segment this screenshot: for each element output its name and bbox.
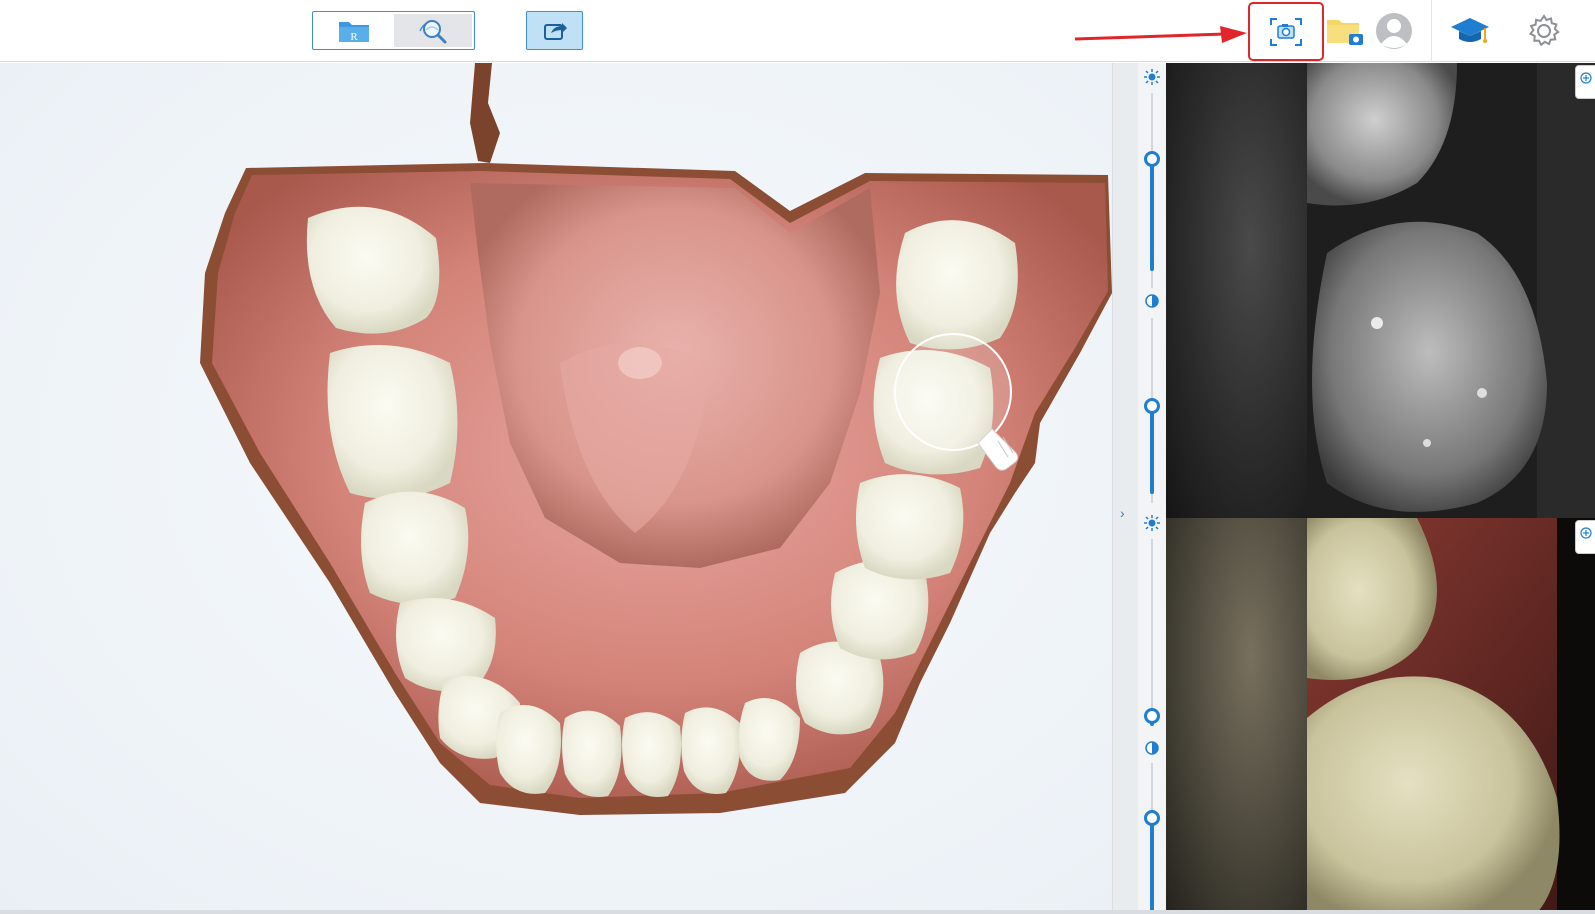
status-bar xyxy=(0,910,1595,914)
mandibular-scan-model[interactable] xyxy=(0,63,1112,913)
plus-circle-icon xyxy=(1580,527,1592,539)
photo-gallery-button[interactable] xyxy=(1325,8,1365,54)
contrast-slider-handle-top[interactable] xyxy=(1144,398,1160,414)
learning-center-button[interactable] xyxy=(1446,8,1494,54)
folder-letter: R xyxy=(350,31,358,43)
3d-scan-viewport[interactable] xyxy=(0,63,1112,913)
chevron-right-icon[interactable]: › xyxy=(1120,505,1125,521)
brightness-slider-fill-top xyxy=(1150,159,1154,271)
annotation-arrow-icon xyxy=(1075,26,1247,43)
gear-icon xyxy=(1528,14,1560,47)
image-top-left[interactable] xyxy=(1166,63,1307,518)
contrast-slider-handle-bottom[interactable] xyxy=(1144,810,1160,826)
magnifier-scan-icon xyxy=(419,19,447,43)
panel-collapse-strip[interactable]: › xyxy=(1112,63,1138,913)
user-avatar-icon xyxy=(1376,13,1412,49)
user-avatar-button[interactable] xyxy=(1372,8,1416,54)
app-window: R › xyxy=(0,0,1595,914)
brightness-slider-handle-bottom[interactable] xyxy=(1144,708,1160,724)
add-image-button-bottom[interactable] xyxy=(1575,520,1595,554)
contrast-slider-fill-bottom xyxy=(1150,818,1154,913)
top-toolbar: R xyxy=(0,0,1595,62)
image-adjust-sliders xyxy=(1138,63,1166,913)
view-mode-segmented-control: R xyxy=(312,11,475,50)
add-image-button-top[interactable] xyxy=(1575,65,1595,99)
brightness-icon xyxy=(1144,515,1160,531)
folder-camera-icon xyxy=(1327,20,1363,45)
brightness-icon xyxy=(1144,69,1160,85)
share-button[interactable] xyxy=(526,11,583,50)
contrast-slider-fill-top xyxy=(1150,406,1154,494)
share-export-icon xyxy=(543,22,567,40)
brightness-slider-track-bottom[interactable] xyxy=(1151,539,1153,724)
contrast-icon xyxy=(1144,293,1160,309)
image-bottom-left[interactable] xyxy=(1166,518,1307,913)
image-bottom-right[interactable] xyxy=(1307,518,1595,913)
intraoral-image-panel xyxy=(1166,63,1595,913)
graduation-cap-icon xyxy=(1451,18,1489,43)
plus-circle-icon xyxy=(1580,72,1592,84)
open-case-button[interactable]: R xyxy=(315,14,393,47)
settings-button[interactable] xyxy=(1524,8,1564,54)
contrast-icon xyxy=(1144,740,1160,756)
folder-r-icon: R xyxy=(339,21,369,43)
scan-inspect-button[interactable] xyxy=(394,14,472,47)
brightness-slider-handle-top[interactable] xyxy=(1144,151,1160,167)
toolbar-divider xyxy=(1431,0,1432,62)
image-top-right[interactable] xyxy=(1307,63,1595,518)
snapshot-button[interactable] xyxy=(1248,2,1324,61)
camera-snapshot-icon xyxy=(1270,17,1302,46)
